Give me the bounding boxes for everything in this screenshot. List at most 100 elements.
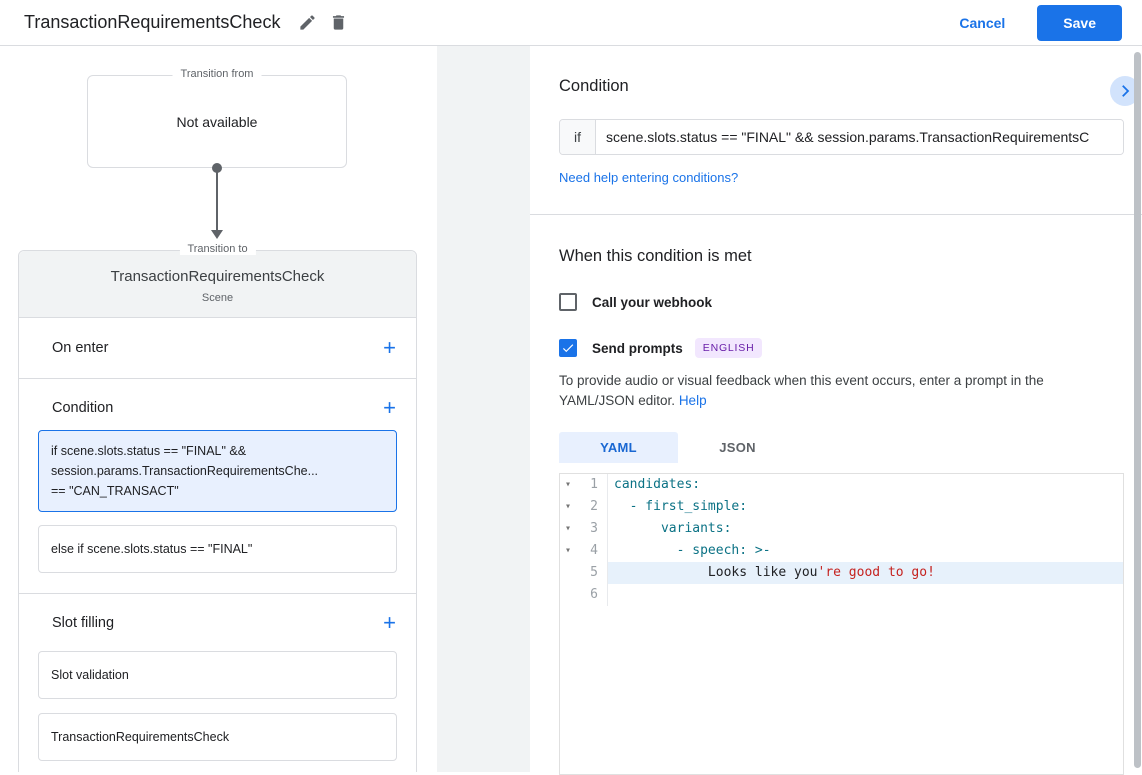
pencil-icon <box>298 13 317 32</box>
transition-to-label: Transition to <box>179 243 255 255</box>
slot-filling-section-title: Slot filling <box>52 615 114 631</box>
transition-from-box[interactable]: Transition from Not available <box>87 75 347 168</box>
fold-arrow-icon[interactable]: ▾ <box>560 474 576 496</box>
prompt-description: To provide audio or visual feedback when… <box>559 371 1121 412</box>
code-line: - speech: >- <box>608 540 1123 562</box>
language-badge: ENGLISH <box>695 338 763 358</box>
slot-card[interactable]: TransactionRequirementsCheck <box>38 713 397 761</box>
code-token: 're good to go! <box>818 565 935 580</box>
delete-scene-button[interactable] <box>323 7 354 38</box>
condition-card-line: else if scene.slots.status == "FINAL" <box>51 539 384 559</box>
tab-yaml[interactable]: YAML <box>559 432 678 463</box>
code-token <box>614 521 661 536</box>
scene-header: TransactionRequirementsCheck Scene <box>19 251 416 318</box>
page-title: TransactionRequirementsCheck <box>24 12 280 33</box>
line-number: 4 <box>576 540 608 562</box>
fold-arrow-icon[interactable]: ▾ <box>560 540 576 562</box>
code-line: Looks like you're good to go! <box>608 562 1123 584</box>
condition-edit-panel: Condition if Need help entering conditio… <box>530 46 1142 772</box>
condition-card-line: if scene.slots.status == "FINAL" && <box>51 441 384 461</box>
line-number: 6 <box>576 584 608 606</box>
tab-json[interactable]: JSON <box>678 432 797 463</box>
editor-line[interactable]: ▾4 - speech: >- <box>560 540 1123 562</box>
editor-line[interactable]: ▾2 - first_simple: <box>560 496 1123 518</box>
prompt-description-text: To provide audio or visual feedback when… <box>559 373 1044 408</box>
code-token: - speech: <box>677 543 747 558</box>
condition-card[interactable]: else if scene.slots.status == "FINAL" <box>38 525 397 573</box>
editor-line[interactable]: ▾3 variants: <box>560 518 1123 540</box>
send-prompts-row: Send prompts ENGLISH <box>559 338 1124 358</box>
code-token <box>614 499 630 514</box>
line-number: 5 <box>576 562 608 584</box>
code-line: candidates: <box>608 474 1123 496</box>
scrollbar-thumb[interactable] <box>1134 52 1141 768</box>
code-token: candidates: <box>614 477 700 492</box>
condition-card[interactable]: if scene.slots.status == "FINAL" &&sessi… <box>38 430 397 512</box>
send-prompts-label: Send prompts <box>592 341 683 356</box>
slot-card[interactable]: Slot validation <box>38 651 397 699</box>
top-bar: TransactionRequirementsCheck Cancel Save <box>0 0 1142 46</box>
checkmark-icon <box>561 341 575 355</box>
panel-gutter <box>437 46 530 772</box>
chevron-right-icon <box>1116 82 1134 100</box>
add-icon[interactable]: + <box>383 614 396 632</box>
on-enter-title: On enter <box>52 340 108 356</box>
connector-arrowhead-icon <box>211 230 223 239</box>
trash-icon <box>329 13 348 32</box>
line-number: 2 <box>576 496 608 518</box>
transition-from-label: Transition from <box>173 68 262 80</box>
line-number: 1 <box>576 474 608 496</box>
condition-card-line: == "CAN_TRANSACT" <box>51 481 384 501</box>
fold-arrow-icon[interactable]: ▾ <box>560 496 576 518</box>
code-token: >- <box>755 543 771 558</box>
if-prefix-label: if <box>560 120 596 154</box>
cancel-button[interactable]: Cancel <box>959 15 1005 31</box>
code-line <box>608 584 1123 606</box>
fold-spacer <box>560 584 576 606</box>
line-number: 3 <box>576 518 608 540</box>
condition-expression-input[interactable] <box>596 120 1123 154</box>
transition-from-value: Not available <box>177 114 258 130</box>
add-icon[interactable]: + <box>383 399 396 417</box>
code-token: - first_simple: <box>630 499 747 514</box>
code-token <box>747 543 755 558</box>
fold-spacer <box>560 562 576 584</box>
condition-expression-field: if <box>559 119 1124 155</box>
panel-divider <box>530 214 1142 215</box>
save-button[interactable]: Save <box>1037 5 1122 41</box>
webhook-row: Call your webhook <box>559 293 1124 311</box>
scene-diagram: Transition from Not available Transition… <box>0 46 437 772</box>
connector-line <box>216 172 218 230</box>
panel-title: Condition <box>559 46 1124 96</box>
condition-card-list: if scene.slots.status == "FINAL" &&sessi… <box>19 430 416 594</box>
code-line: - first_simple: <box>608 496 1123 518</box>
condition-help-link[interactable]: Need help entering conditions? <box>559 170 738 185</box>
fold-arrow-icon[interactable]: ▾ <box>560 518 576 540</box>
help-link[interactable]: Help <box>679 393 707 408</box>
when-met-title: When this condition is met <box>559 247 1124 266</box>
section-condition-header[interactable]: Condition + <box>19 379 416 430</box>
code-token: Looks like you <box>614 565 818 580</box>
scene-name: TransactionRequirementsCheck <box>31 268 404 285</box>
slot-card-list: Slot validation TransactionRequirementsCh… <box>19 645 416 761</box>
editor-line[interactable]: 5 Looks like you're good to go! <box>560 562 1123 584</box>
editor-line[interactable]: 6 <box>560 584 1123 606</box>
add-icon[interactable]: + <box>383 339 396 357</box>
code-token <box>614 543 677 558</box>
condition-section-title: Condition <box>52 400 113 416</box>
transition-to-card: Transition to TransactionRequirementsChe… <box>18 250 417 772</box>
section-on-enter[interactable]: On enter + <box>19 318 416 379</box>
condition-card-line: session.params.TransactionRequirementsCh… <box>51 461 384 481</box>
yaml-code-editor[interactable]: ▾1candidates:▾2 - first_simple:▾3 varian… <box>559 473 1124 775</box>
call-webhook-checkbox[interactable] <box>559 293 577 311</box>
section-slot-filling-header[interactable]: Slot filling + <box>19 594 416 645</box>
vertical-scrollbar[interactable] <box>1133 46 1142 772</box>
send-prompts-checkbox[interactable] <box>559 339 577 357</box>
edit-title-button[interactable] <box>292 7 323 38</box>
code-token: variants: <box>661 521 731 536</box>
scene-type: Scene <box>31 292 404 304</box>
call-webhook-label: Call your webhook <box>592 295 712 310</box>
editor-format-tabs: YAMLJSON <box>559 432 1124 463</box>
code-line: variants: <box>608 518 1123 540</box>
editor-line[interactable]: ▾1 candidates: <box>560 474 1123 496</box>
